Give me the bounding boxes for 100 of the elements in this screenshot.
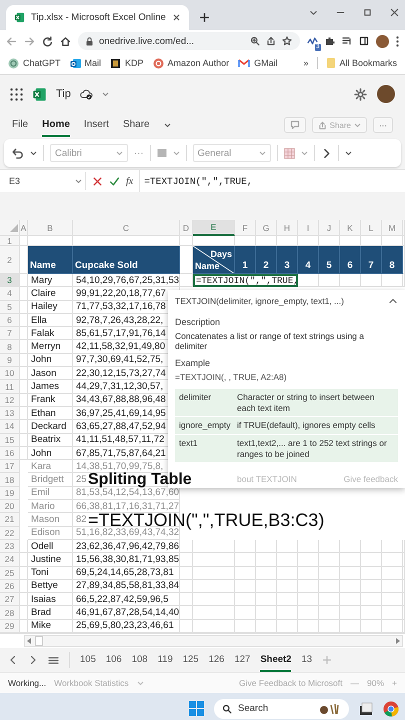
table-cell: Justine	[28, 553, 73, 567]
column-header[interactable]: L	[361, 220, 382, 236]
learn-more-link[interactable]: bout TEXTJOIN	[237, 474, 297, 484]
insert-function-button[interactable]: fx	[126, 176, 134, 186]
table-cell: Toni	[28, 566, 73, 580]
table-cell: 66,5,22,87,42,59,96,5	[73, 593, 180, 606]
share-button[interactable]: Share	[312, 117, 367, 133]
column-header[interactable]: G	[256, 220, 277, 236]
header-cell: 8	[382, 246, 403, 274]
ribbon-tab[interactable]: Home	[42, 113, 70, 137]
row-header[interactable]: 27	[0, 593, 20, 606]
row-header[interactable]: 9	[0, 354, 20, 368]
row-header[interactable]: 28	[0, 606, 20, 620]
bookmark-item[interactable]: Amazon Author	[152, 58, 230, 68]
ribbon-tab[interactable]: Share	[122, 113, 150, 137]
sheet-tab[interactable]: 106	[106, 648, 122, 672]
row-header[interactable]: 2	[0, 246, 20, 274]
argument-name: text1	[175, 434, 233, 464]
address-field[interactable]: onedrive.live.com/ed...	[78, 32, 300, 50]
more-button[interactable]: ···	[134, 148, 144, 158]
file-name[interactable]: Tip	[56, 88, 71, 100]
zoom-in-button[interactable]: +	[392, 678, 397, 688]
ribbon-tab[interactable]: Insert	[84, 113, 109, 137]
row-header[interactable]: 21	[0, 513, 20, 527]
workbook-statistics-button[interactable]: Workbook Statistics	[54, 678, 129, 688]
table-cell: Jason	[28, 367, 73, 380]
row-header[interactable]: 5	[0, 300, 20, 314]
caption-title: Spliting Table	[88, 473, 192, 487]
sheet-tab[interactable]: 108	[132, 648, 148, 672]
header-label: Name	[195, 261, 220, 271]
sheet-tab[interactable]: 126	[208, 648, 224, 672]
row-header[interactable]: 12	[0, 394, 20, 407]
more-bookmarks-button[interactable]: »	[303, 58, 308, 68]
column-header[interactable]: C	[73, 220, 180, 236]
row-header[interactable]: 17	[0, 460, 20, 474]
row-header[interactable]: 1	[0, 236, 20, 246]
table-cell: Falak	[28, 327, 73, 340]
table-cell: Mason	[28, 513, 73, 527]
table-cell: Merryn	[28, 340, 73, 354]
row-header[interactable]: 24	[0, 553, 20, 567]
column-header[interactable]: K	[340, 220, 361, 236]
search-field[interactable]: Search	[214, 698, 349, 718]
table-cell: Deckard	[28, 420, 73, 434]
column-header[interactable]: J	[319, 220, 340, 236]
bookmark-item[interactable]: GMail	[238, 58, 278, 68]
sheet-tab[interactable]: 125	[182, 648, 199, 672]
column-header[interactable]: M	[382, 220, 403, 236]
column-header[interactable]: H	[277, 220, 298, 236]
browser-tab[interactable]: Tip.xlsx - Microsoft Excel Online	[6, 5, 189, 30]
row-header[interactable]: 4	[0, 287, 20, 301]
column-header[interactable]: D	[180, 220, 193, 236]
bookmark-folder[interactable]: All Bookmarks	[327, 58, 397, 68]
sheet-tab[interactable]: 119	[158, 648, 173, 672]
row-header[interactable]: 26	[0, 580, 20, 594]
number-format-dropdown[interactable]: General	[192, 144, 270, 162]
header-cell: 6	[340, 246, 361, 274]
more-button[interactable]: ···	[373, 117, 393, 133]
row-header[interactable]: 11	[0, 380, 20, 394]
bookmark-item[interactable]: Mail	[70, 58, 102, 68]
row-header[interactable]: 25	[0, 566, 20, 580]
row-header[interactable]: 6	[0, 314, 20, 328]
bookmark-item[interactable]: KDP	[110, 58, 144, 68]
row-header[interactable]: 14	[0, 420, 20, 434]
row-header[interactable]: 22	[0, 526, 20, 540]
sheet-tab[interactable]: 105	[80, 648, 96, 672]
row-header[interactable]: 8	[0, 340, 20, 354]
column-header[interactable]: I	[298, 220, 319, 236]
zoom-out-button[interactable]: —	[350, 678, 360, 688]
column-header[interactable]: B	[28, 220, 73, 236]
column-header[interactable]: F	[235, 220, 256, 236]
row-header[interactable]: 7	[0, 327, 20, 340]
row-header[interactable]: 3	[0, 274, 20, 288]
row-header[interactable]: 18	[0, 473, 20, 487]
row-header[interactable]: 23	[0, 540, 20, 554]
table-cell: Emil	[28, 486, 73, 500]
sheet-tab[interactable]: 13	[301, 648, 312, 672]
ribbon-tab[interactable]: File	[12, 113, 28, 137]
row-header[interactable]: 13	[0, 406, 20, 420]
row-header[interactable]: 15	[0, 434, 20, 447]
row-header[interactable]: 20	[0, 500, 20, 514]
formula-field[interactable]: =TEXTJOIN(",",TRUE,	[139, 170, 253, 192]
function-description: Concatenates a list or range of text strings using a delimiter	[175, 331, 365, 351]
row-header[interactable]: 10	[0, 367, 20, 380]
bookmark-item[interactable]: ChatGPT	[8, 58, 61, 68]
table-cell: Edison	[28, 526, 73, 540]
zoom-level[interactable]: 90%	[367, 678, 384, 688]
column-header[interactable]: E	[193, 220, 235, 236]
row-header[interactable]: 19	[0, 486, 20, 500]
font-dropdown[interactable]: Calibri	[50, 144, 128, 162]
sheet-tab[interactable]: 127	[234, 648, 250, 672]
row-header[interactable]: 16	[0, 446, 20, 460]
table-cell: 51,16,82,33,69,43,74,32	[73, 526, 180, 540]
table-cell: Odell	[28, 540, 73, 554]
table-cell: 15,56,38,30,81,71,93,85	[73, 553, 180, 567]
row-header[interactable]: 29	[0, 620, 20, 633]
feedback-link[interactable]: Give Feedback to Microsoft	[239, 678, 343, 688]
table-cell: Bridgett	[28, 473, 73, 487]
column-header[interactable]: A	[20, 220, 28, 236]
name-box[interactable]: E3	[6, 172, 86, 190]
feedback-link[interactable]: Give feedback	[344, 474, 398, 484]
